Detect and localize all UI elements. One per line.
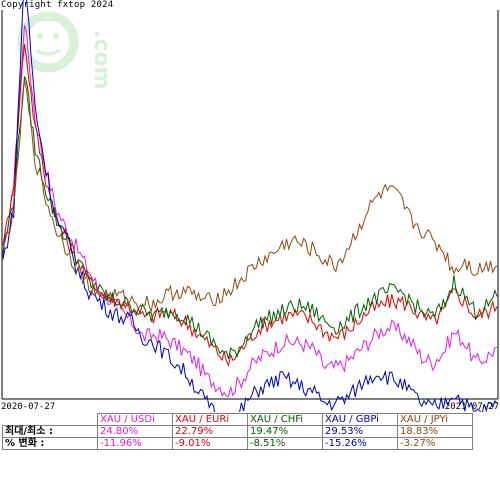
series-line-xauusdi (2, 25, 498, 398)
table-cell-change: -15.26% (322, 437, 398, 450)
series-line-xaujpyi (2, 79, 498, 314)
table-header-series: XAU / CHFi (247, 413, 323, 426)
table-header-series: XAU / EURi (172, 413, 248, 426)
x-axis-start-label: 2020-07-27 (1, 402, 56, 412)
row-label-maxmin: 최대/최소 : (2, 425, 98, 438)
table-cell-maxmin: 18.83% (397, 425, 473, 438)
table-corner-cell (2, 413, 98, 426)
table-header-series: XAU / GBPi (322, 413, 398, 426)
svg-text:.com: .com (89, 30, 114, 89)
table-cell-change: -9.01% (172, 437, 248, 450)
table-row-maxmin: 최대/최소 : 24.80% 22.79% 19.47% 29.53% 18.83% (2, 425, 473, 438)
table-cell-change: -3.27% (397, 437, 473, 450)
table-header-series: XAU / JPYi (397, 413, 473, 426)
stats-table: XAU / USDi XAU / EURi XAU / CHFi XAU / GBPi… (2, 413, 473, 450)
table-cell-change: -11.96% (97, 437, 173, 450)
table-cell-maxmin: 29.53% (322, 425, 398, 438)
table-header-row: XAU / USDi XAU / EURi XAU / CHFi XAU / GBPi… (2, 413, 473, 426)
table-cell-maxmin: 19.47% (247, 425, 323, 438)
table-header-series: XAU / USDi (97, 413, 173, 426)
table-cell-maxmin: 22.79% (172, 425, 248, 438)
table-cell-change: -8.51% (247, 437, 323, 450)
fxtop-watermark-logo: .com (17, 11, 114, 89)
series-line-xauchfi (2, 76, 498, 360)
table-row-change: % 변화 : -11.96% -9.01% -8.51% -15.26% -3.27% (2, 437, 473, 450)
row-label-change: % 변화 : (2, 437, 98, 450)
x-axis-end-label: 2021-07-27 (444, 402, 499, 412)
table-cell-maxmin: 24.80% (97, 425, 173, 438)
series-line-xaugbpi (2, 0, 498, 412)
line-chart: .com (1, 0, 499, 412)
series-line-xaueuri (2, 44, 498, 367)
